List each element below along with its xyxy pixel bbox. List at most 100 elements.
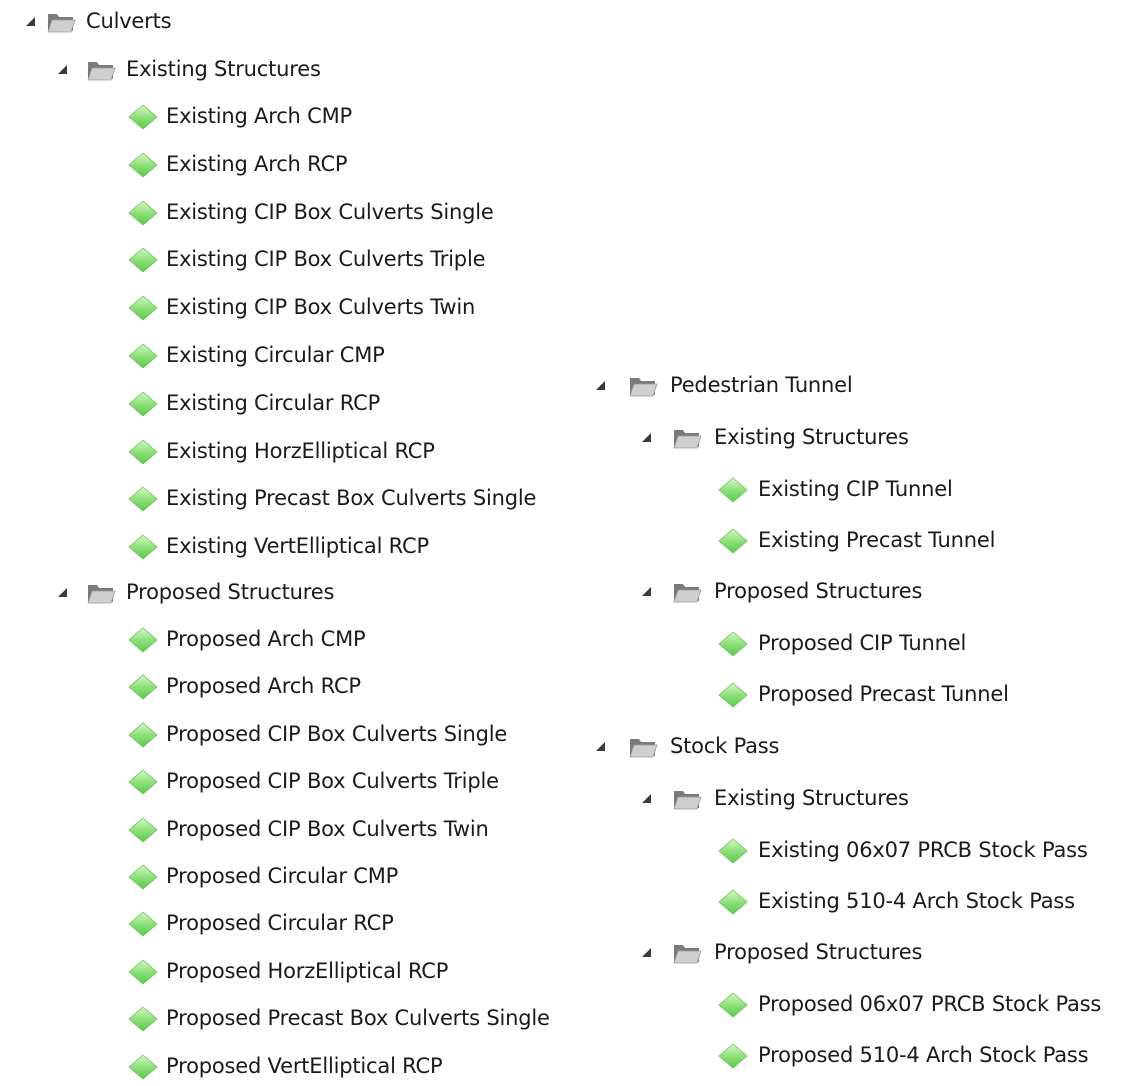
tree-item[interactable]: Existing Precast Tunnel: [570, 522, 1140, 560]
tree-item[interactable]: Proposed Arch RCP: [0, 668, 570, 706]
tree-item[interactable]: Proposed CIP Tunnel: [570, 625, 1140, 663]
tree-item[interactable]: Proposed VertElliptical RCP: [0, 1048, 570, 1086]
green-diamond-icon: [126, 815, 160, 845]
tree-item[interactable]: Existing 06x07 PRCB Stock Pass: [570, 832, 1140, 870]
folder-icon: [672, 940, 702, 966]
green-diamond-icon: [126, 862, 160, 892]
green-diamond-icon: [126, 293, 160, 323]
green-diamond-icon: [126, 484, 160, 514]
expanded-triangle-icon[interactable]: [640, 585, 654, 599]
green-diamond-icon: [126, 672, 160, 702]
green-diamond-icon: [716, 990, 750, 1020]
tree-item[interactable]: Existing CIP Box Culverts Triple: [0, 241, 570, 279]
tree-item[interactable]: Proposed CIP Box Culverts Triple: [0, 763, 570, 801]
expanded-triangle-icon[interactable]: [640, 792, 654, 806]
green-diamond-icon: [126, 909, 160, 939]
tree-item[interactable]: Proposed Precast Tunnel: [570, 676, 1140, 714]
tree-item-label: Existing CIP Box Culverts Triple: [166, 247, 486, 272]
tree-node-culverts[interactable]: Culverts: [0, 3, 570, 41]
tree-item-label: Existing CIP Tunnel: [758, 477, 953, 501]
tree-item-label: Proposed VertElliptical RCP: [166, 1053, 443, 1078]
tree-item[interactable]: Existing Arch RCP: [0, 146, 570, 184]
expanded-triangle-icon[interactable]: [594, 740, 608, 754]
tree-item[interactable]: Proposed Circular CMP: [0, 858, 570, 896]
green-diamond-icon: [126, 245, 160, 275]
tree-item-label: Existing Circular RCP: [166, 390, 381, 415]
green-diamond-icon: [126, 341, 160, 371]
tree-item[interactable]: Existing CIP Box Culverts Twin: [0, 289, 570, 327]
expanded-triangle-icon[interactable]: [56, 63, 70, 77]
tree-item[interactable]: Existing HorzElliptical RCP: [0, 433, 570, 471]
green-diamond-icon: [126, 720, 160, 750]
tree-item[interactable]: Existing CIP Box Culverts Single: [0, 194, 570, 232]
folder-icon: [672, 425, 702, 451]
tree-item-label: Existing VertElliptical RCP: [166, 534, 429, 559]
tree-item-label: Existing 510-4 Arch Stock Pass: [758, 889, 1075, 913]
folder-icon: [672, 579, 702, 605]
tree-item[interactable]: Existing Precast Box Culverts Single: [0, 480, 570, 518]
tree-node-existing-structures[interactable]: Existing Structures: [0, 51, 570, 89]
tree-item[interactable]: Existing Circular CMP: [0, 337, 570, 375]
tree-item-label: Proposed 510-4 Arch Stock Pass: [758, 1043, 1089, 1067]
green-diamond-icon: [126, 1052, 160, 1082]
tree-item[interactable]: Existing 510-4 Arch Stock Pass: [570, 883, 1140, 921]
tree-item-label: Proposed Arch CMP: [166, 627, 366, 651]
green-diamond-icon: [126, 957, 160, 987]
tree-item[interactable]: Existing Circular RCP: [0, 385, 570, 423]
green-diamond-icon: [126, 198, 160, 228]
expanded-triangle-icon[interactable]: [640, 431, 654, 445]
tree-item-label: Proposed Circular CMP: [166, 864, 399, 888]
tree-node-label: Culverts: [86, 9, 172, 33]
tree-node-stock-pass[interactable]: Stock Pass: [570, 728, 1140, 766]
tree-node-label: Existing Structures: [714, 786, 909, 810]
tree-item-label: Proposed CIP Box Culverts Single: [166, 721, 508, 746]
folder-icon: [628, 734, 658, 760]
expanded-triangle-icon[interactable]: [24, 15, 38, 29]
green-diamond-icon: [716, 475, 750, 505]
tree-item[interactable]: Proposed CIP Box Culverts Single: [0, 716, 570, 754]
tree-item-label: Proposed 06x07 PRCB Stock Pass: [758, 992, 1102, 1016]
tree-item-label: Existing Circular CMP: [166, 343, 385, 367]
green-diamond-icon: [126, 625, 160, 655]
expanded-triangle-icon[interactable]: [56, 586, 70, 600]
tree-item[interactable]: Proposed Arch CMP: [0, 621, 570, 659]
tree-node-pedestrian-tunnel[interactable]: Pedestrian Tunnel: [570, 367, 1140, 405]
expanded-triangle-icon[interactable]: [594, 379, 608, 393]
tree-item[interactable]: Proposed HorzElliptical RCP: [0, 953, 570, 991]
tree-item[interactable]: Existing VertElliptical RCP: [0, 528, 570, 566]
expanded-triangle-icon[interactable]: [640, 946, 654, 960]
tree-node-existing-structures[interactable]: Existing Structures: [570, 780, 1140, 818]
green-diamond-icon: [126, 150, 160, 180]
tree-item[interactable]: Proposed Circular RCP: [0, 905, 570, 943]
tree-item-label: Proposed CIP Box Culverts Triple: [166, 769, 499, 794]
green-diamond-icon: [126, 532, 160, 562]
green-diamond-icon: [716, 1041, 750, 1071]
green-diamond-icon: [716, 526, 750, 556]
green-diamond-icon: [716, 629, 750, 659]
green-diamond-icon: [126, 1004, 160, 1034]
tree-node-label: Pedestrian Tunnel: [670, 373, 853, 397]
tree-node-proposed-structures[interactable]: Proposed Structures: [570, 934, 1140, 972]
tree-node-proposed-structures[interactable]: Proposed Structures: [0, 574, 570, 612]
folder-icon: [86, 57, 116, 83]
tree-node-existing-structures[interactable]: Existing Structures: [570, 419, 1140, 457]
tree-item[interactable]: Existing Arch CMP: [0, 98, 570, 136]
tree-node-proposed-structures[interactable]: Proposed Structures: [570, 573, 1140, 611]
tree-item-label: Proposed CIP Box Culverts Twin: [166, 816, 489, 841]
tree-item[interactable]: Proposed 06x07 PRCB Stock Pass: [570, 986, 1140, 1024]
tree-node-label: Proposed Structures: [126, 580, 335, 604]
folder-icon: [46, 9, 76, 35]
green-diamond-icon: [126, 102, 160, 132]
tree-item-label: Existing Arch CMP: [166, 104, 352, 128]
tree-item[interactable]: Proposed Precast Box Culverts Single: [0, 1000, 570, 1038]
tree-item-label: Existing Arch RCP: [166, 151, 348, 176]
tree-item[interactable]: Proposed CIP Box Culverts Twin: [0, 811, 570, 849]
green-diamond-icon: [126, 767, 160, 797]
folder-icon: [86, 580, 116, 606]
tree-item[interactable]: Existing CIP Tunnel: [570, 471, 1140, 509]
tree-item[interactable]: Proposed 510-4 Arch Stock Pass: [570, 1037, 1140, 1075]
tree-item-label: Proposed Precast Box Culverts Single: [166, 1006, 550, 1031]
tree-item-label: Proposed CIP Tunnel: [758, 631, 967, 655]
green-diamond-icon: [716, 887, 750, 917]
tree-node-label: Proposed Structures: [714, 579, 923, 603]
